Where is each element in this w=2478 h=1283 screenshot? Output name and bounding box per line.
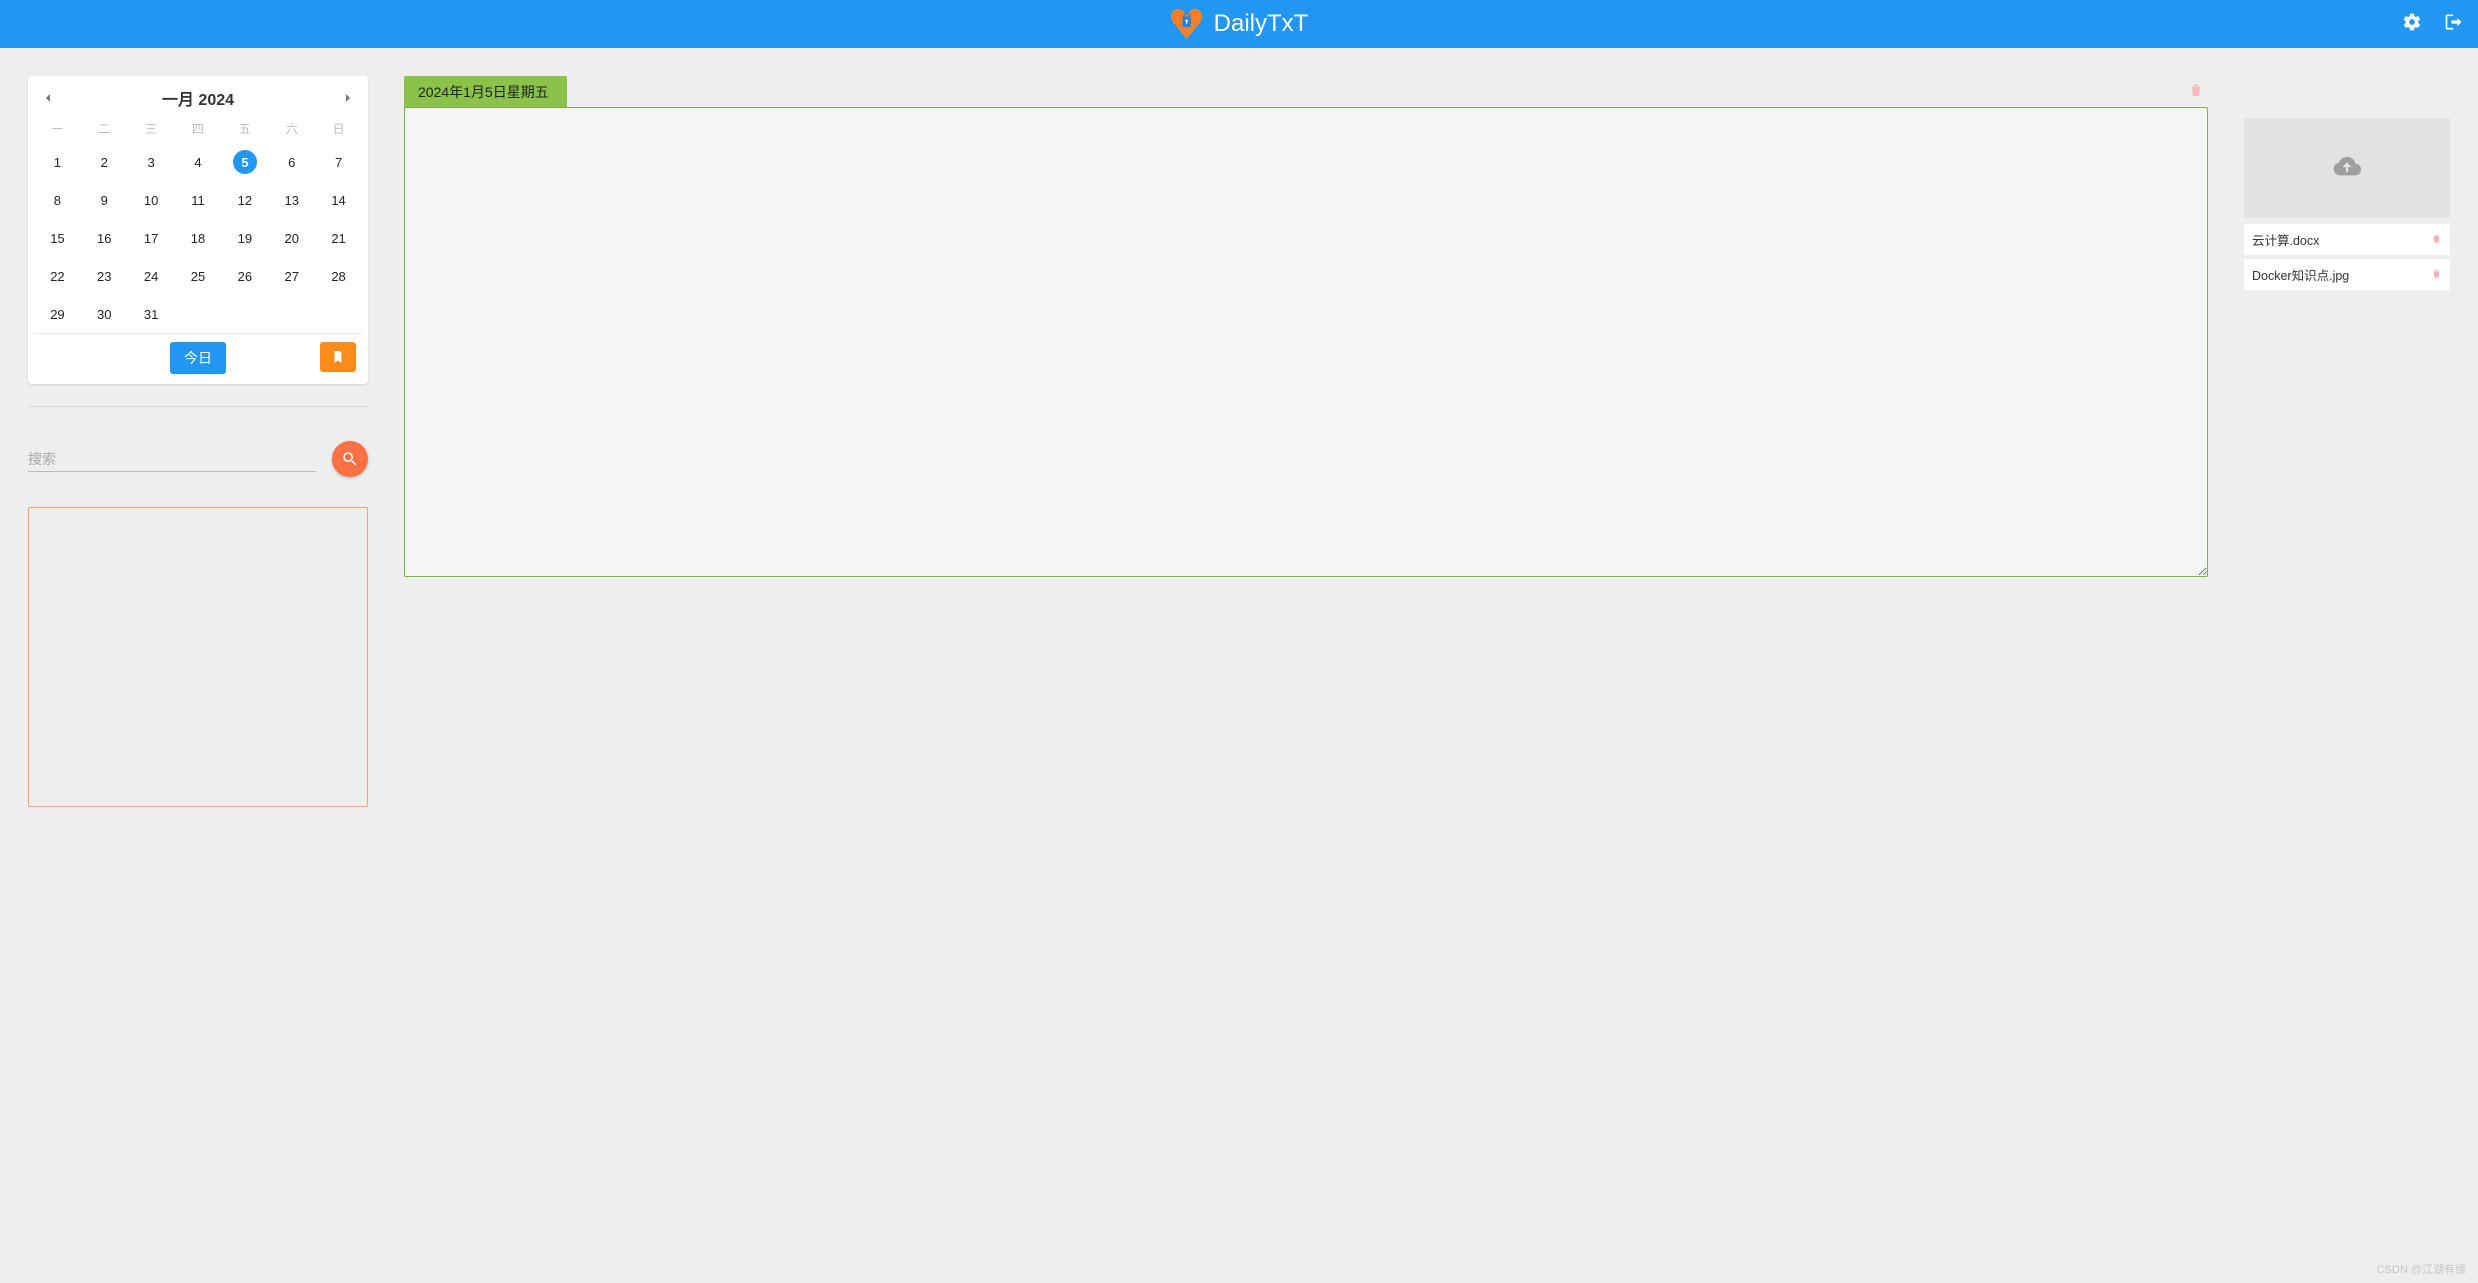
calendar-day[interactable]: 13 xyxy=(268,185,315,215)
calendar-weekday: 六 xyxy=(268,114,315,139)
calendar-day[interactable]: 19 xyxy=(221,223,268,253)
calendar-day[interactable]: 10 xyxy=(128,185,175,215)
calendar-day[interactable]: 2 xyxy=(81,147,128,177)
bookmark-button[interactable] xyxy=(320,342,356,372)
header-actions xyxy=(2402,12,2464,37)
calendar-day[interactable]: 14 xyxy=(315,185,362,215)
calendar-title: 一月 2024 xyxy=(162,86,234,110)
calendar-day[interactable]: 16 xyxy=(81,223,128,253)
calendar-day[interactable]: 29 xyxy=(34,299,81,329)
calendar-day[interactable]: 17 xyxy=(128,223,175,253)
file-item[interactable]: Docker知识点.jpg xyxy=(2244,259,2450,290)
delete-file-icon[interactable] xyxy=(2431,232,2442,248)
calendar-day[interactable]: 31 xyxy=(128,299,175,329)
upload-dropzone[interactable] xyxy=(2244,118,2450,218)
file-name: 云计算.docx xyxy=(2252,230,2431,249)
delete-file-icon[interactable] xyxy=(2431,267,2442,283)
logout-icon[interactable] xyxy=(2444,12,2464,37)
calendar-weekday: 四 xyxy=(175,114,222,139)
calendar: 一月 2024 一二三四五六日1234567891011121314151617… xyxy=(28,76,368,384)
calendar-day[interactable]: 3 xyxy=(128,147,175,177)
calendar-day[interactable]: 6 xyxy=(268,147,315,177)
calendar-day[interactable]: 1 xyxy=(34,147,81,177)
calendar-day[interactable]: 7 xyxy=(315,147,362,177)
brand: DailyTxT xyxy=(1170,7,1309,41)
calendar-day[interactable]: 12 xyxy=(221,185,268,215)
search-results xyxy=(28,507,368,807)
file-item[interactable]: 云计算.docx xyxy=(2244,224,2450,255)
calendar-weekday: 二 xyxy=(81,114,128,139)
app-title: DailyTxT xyxy=(1214,10,1309,38)
entry-date-tab: 2024年1月5日星期五 xyxy=(404,76,567,108)
calendar-day[interactable]: 4 xyxy=(175,147,222,177)
calendar-day[interactable]: 5 xyxy=(221,147,268,177)
today-button[interactable]: 今日 xyxy=(170,342,226,374)
entry-editor[interactable] xyxy=(404,107,2208,577)
heart-lock-icon xyxy=(1170,7,1204,41)
calendar-day[interactable]: 8 xyxy=(34,185,81,215)
calendar-day[interactable]: 22 xyxy=(34,261,81,291)
calendar-weekday: 三 xyxy=(128,114,175,139)
calendar-day[interactable]: 26 xyxy=(221,261,268,291)
calendar-day[interactable]: 15 xyxy=(34,223,81,253)
calendar-weekday: 一 xyxy=(34,114,81,139)
delete-entry-button[interactable] xyxy=(2188,81,2204,104)
app-header: DailyTxT xyxy=(0,0,2478,48)
calendar-day[interactable]: 11 xyxy=(175,185,222,215)
divider xyxy=(28,406,368,407)
calendar-day[interactable]: 30 xyxy=(81,299,128,329)
file-name: Docker知识点.jpg xyxy=(2252,265,2431,284)
calendar-day[interactable]: 21 xyxy=(315,223,362,253)
calendar-day[interactable]: 18 xyxy=(175,223,222,253)
cloud-upload-icon xyxy=(2333,152,2361,185)
gear-icon[interactable] xyxy=(2402,12,2422,37)
next-month-button[interactable] xyxy=(340,90,356,106)
search-button[interactable] xyxy=(332,441,368,477)
search-bar xyxy=(28,441,368,477)
calendar-day[interactable]: 27 xyxy=(268,261,315,291)
calendar-weekday: 五 xyxy=(221,114,268,139)
calendar-weekday: 日 xyxy=(315,114,362,139)
calendar-day[interactable]: 24 xyxy=(128,261,175,291)
calendar-day[interactable]: 9 xyxy=(81,185,128,215)
search-input[interactable] xyxy=(28,447,316,472)
calendar-day[interactable]: 28 xyxy=(315,261,362,291)
calendar-day[interactable]: 20 xyxy=(268,223,315,253)
calendar-day[interactable]: 25 xyxy=(175,261,222,291)
watermark: CSDN @江湖有缘 xyxy=(2377,1261,2466,1277)
prev-month-button[interactable] xyxy=(40,90,56,106)
calendar-day[interactable]: 23 xyxy=(81,261,128,291)
